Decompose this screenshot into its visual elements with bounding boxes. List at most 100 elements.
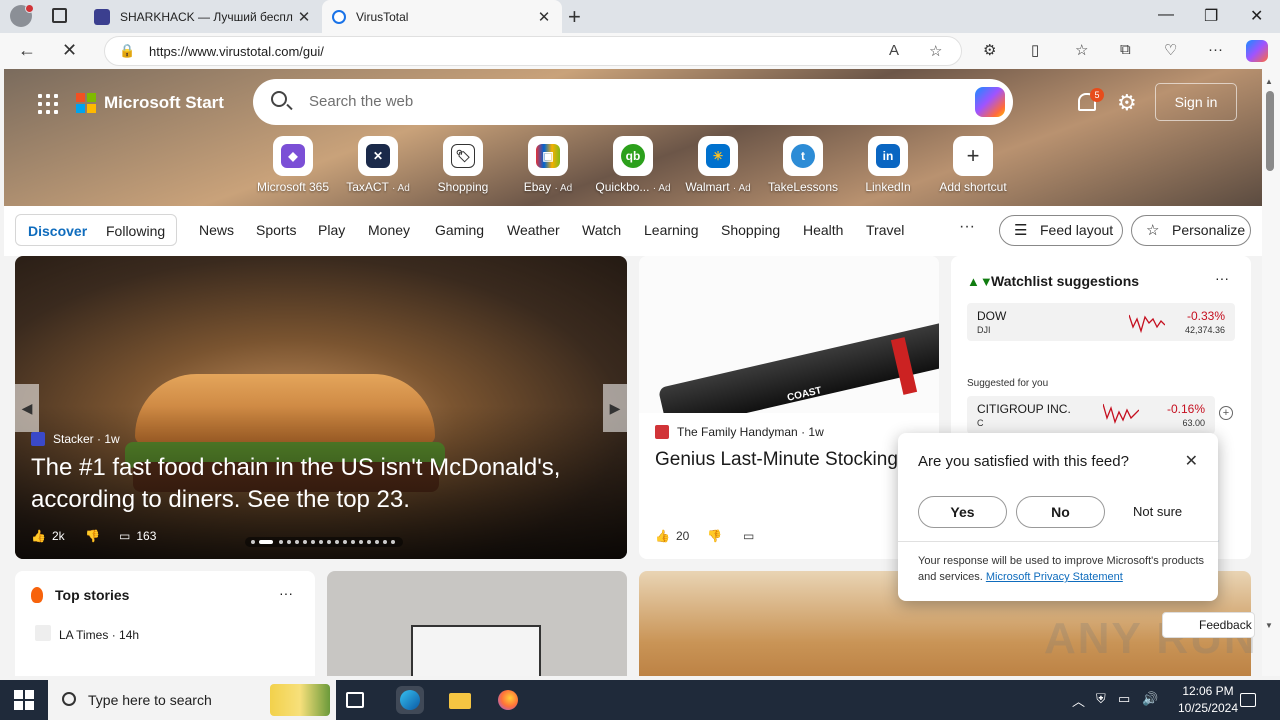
shortcut-microsoft-365[interactable]: ◆ Microsoft 365 (251, 136, 335, 194)
stock-row-citigroup[interactable]: CITIGROUP INC. C -0.16% 63.00 + (967, 396, 1233, 434)
sign-in-button[interactable]: Sign in (1155, 83, 1237, 121)
page-scrollbar[interactable]: ▲ ▼ (1262, 69, 1280, 676)
shortcut-tile[interactable]: ✳ (698, 136, 738, 176)
tab-close-icon[interactable]: ✕ (536, 8, 552, 26)
comments-button[interactable]: ▭ (743, 529, 754, 543)
new-tab-button[interactable]: + (568, 4, 581, 30)
search-icon[interactable] (271, 91, 287, 107)
tab-watch[interactable]: Watch (582, 222, 621, 238)
tab-following[interactable]: Following (106, 223, 165, 239)
notifications-icon[interactable] (1240, 693, 1256, 707)
comments-button[interactable]: ▭ 163 (119, 529, 156, 543)
shortcut-tile[interactable]: ◆ (273, 136, 313, 176)
show-hidden-icons-icon[interactable]: ︿ (1072, 691, 1085, 710)
system-clock[interactable]: 12:06 PM 10/25/2024 (1168, 683, 1248, 717)
back-arrow-icon[interactable]: ← (18, 40, 36, 61)
task-view-icon[interactable] (346, 692, 364, 708)
web-search-box[interactable]: Search the web (253, 79, 1013, 125)
shortcut-takelessons[interactable]: t TakeLessons (761, 136, 845, 194)
hero-source[interactable]: Stacker · 1w (31, 432, 120, 446)
tab-discover[interactable]: Discover (28, 223, 87, 239)
tab-close-icon[interactable]: ✕ (296, 8, 312, 26)
profile-avatar-icon[interactable] (10, 4, 34, 27)
url-input[interactable]: 🔒 https://www.virustotal.com/gui/ A ☆ (104, 36, 962, 66)
tab-sharkhack[interactable]: SHARKHACK — Лучший беспл ✕ (84, 0, 322, 33)
dislike-button[interactable]: 👎 (707, 529, 722, 543)
add-to-watchlist-icon[interactable]: + (1219, 406, 1233, 420)
taskbar-search-box[interactable]: Type here to search (48, 680, 336, 720)
watchlist-title[interactable]: Watchlist suggestions (991, 273, 1139, 289)
copilot-icon[interactable] (975, 87, 1005, 117)
stop-loading-icon[interactable]: ✕ (62, 40, 77, 61)
tab-news[interactable]: News (199, 222, 234, 238)
feed-layout-button[interactable]: ☰ Feed layout (999, 215, 1123, 246)
url-text[interactable]: https://www.virustotal.com/gui/ (149, 44, 324, 59)
split-screen-icon[interactable]: ▯ (1031, 41, 1039, 59)
shortcut-taxact[interactable]: ✕ TaxACT · Ad (336, 136, 420, 194)
tab-health[interactable]: Health (803, 222, 843, 238)
settings-gear-icon[interactable]: ⚙ (1117, 90, 1137, 116)
top-stories-title[interactable]: Top stories (55, 587, 129, 603)
favorites-icon[interactable]: ☆ (1075, 41, 1088, 59)
article-card-stocking-stuffers[interactable]: COAST The Family Handyman · 1w Genius La… (639, 256, 939, 559)
like-button[interactable]: 👍 2k (31, 529, 65, 543)
copilot-icon[interactable] (1246, 40, 1268, 62)
article-source[interactable]: The Family Handyman · 1w (655, 425, 824, 439)
shortcut-tile[interactable]: in (868, 136, 908, 176)
favorite-star-icon[interactable]: ☆ (929, 42, 942, 60)
hero-article-card[interactable]: ◀ ▶ Stacker · 1w The #1 fast food chain … (15, 256, 627, 559)
tab-money[interactable]: Money (368, 222, 410, 238)
shortcut-shopping[interactable]: 🏷 Shopping (421, 136, 505, 194)
tab-actions-icon[interactable] (52, 8, 67, 23)
windows-start-icon[interactable] (14, 690, 34, 710)
firefox-icon[interactable] (494, 686, 522, 714)
security-icon[interactable]: ⛨ (1096, 691, 1106, 707)
network-icon[interactable]: ▭ (1118, 691, 1130, 707)
close-icon[interactable]: ✕ (1185, 451, 1198, 471)
edge-browser-icon[interactable] (396, 686, 424, 714)
read-aloud-icon[interactable]: A (889, 42, 899, 59)
search-highlight-image[interactable] (270, 684, 330, 716)
survey-yes-button[interactable]: Yes (918, 496, 1007, 528)
scroll-up-arrow-icon[interactable]: ▲ (1265, 77, 1273, 86)
brand-name[interactable]: Microsoft Start (104, 93, 224, 113)
shortcut-ebay[interactable]: ▣ Ebay · Ad (506, 136, 590, 194)
lock-icon[interactable]: 🔒 (119, 43, 135, 59)
privacy-statement-link[interactable]: Microsoft Privacy Statement (986, 571, 1123, 583)
like-button[interactable]: 👍 20 (655, 529, 689, 543)
tab-gaming[interactable]: Gaming (435, 222, 484, 238)
file-explorer-icon[interactable] (446, 686, 474, 714)
shortcut-tile[interactable]: ▣ (528, 136, 568, 176)
survey-not-sure-button[interactable]: Not sure (1133, 504, 1182, 519)
shortcut-tile[interactable]: + (953, 136, 993, 176)
hero-headline[interactable]: The #1 fast food chain in the US isn't M… (31, 452, 611, 516)
survey-no-button[interactable]: No (1016, 496, 1105, 528)
tab-travel[interactable]: Travel (866, 222, 904, 238)
feedback-button[interactable]: Feedback (1162, 612, 1255, 638)
volume-icon[interactable]: 🔊 (1142, 691, 1158, 707)
shortcut-tile[interactable]: t (783, 136, 823, 176)
stock-row-dow[interactable]: DOW DJI -0.33% 42,374.36 (967, 303, 1235, 341)
tab-weather[interactable]: Weather (507, 222, 560, 238)
tab-virustotal[interactable]: VirusTotal ✕ (322, 0, 562, 33)
shortcut-quickbooks[interactable]: qb Quickbo... · Ad (591, 136, 675, 194)
more-categories-button[interactable]: ··· (959, 218, 975, 236)
watchlist-more-button[interactable]: ··· (1215, 270, 1229, 286)
settings-more-icon[interactable]: ··· (1208, 41, 1223, 58)
carousel-next-button[interactable]: ▶ (603, 384, 627, 432)
search-placeholder[interactable]: Search the web (309, 93, 413, 110)
minimize-button[interactable]: — (1158, 6, 1174, 24)
tab-sports[interactable]: Sports (256, 222, 296, 238)
scroll-thumb[interactable] (1266, 91, 1274, 171)
collections-icon[interactable]: ⧉ (1120, 41, 1131, 58)
taskbar-search-placeholder[interactable]: Type here to search (88, 692, 212, 708)
restore-button[interactable]: ❐ (1204, 6, 1218, 26)
tab-play[interactable]: Play (318, 222, 345, 238)
tab-learning[interactable]: Learning (644, 222, 699, 238)
article-card-image[interactable] (327, 571, 627, 676)
dislike-button[interactable]: 👎 (85, 529, 100, 543)
carousel-pagination[interactable] (245, 537, 403, 547)
story-source[interactable]: LA Times · 14h (59, 628, 139, 642)
shortcut-tile[interactable]: qb (613, 136, 653, 176)
shortcut-add[interactable]: + Add shortcut (931, 136, 1015, 194)
